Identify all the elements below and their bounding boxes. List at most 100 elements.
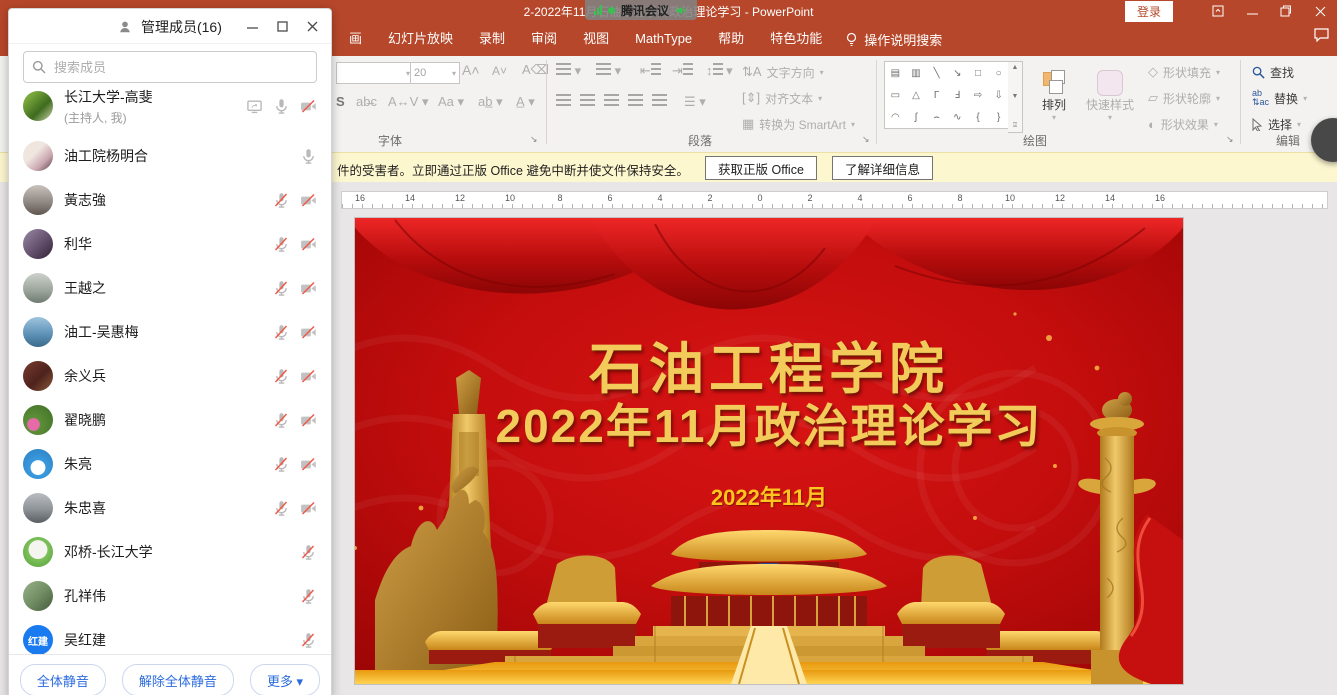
tab-mathtype[interactable]: MathType — [622, 22, 705, 56]
more-button[interactable]: 更多 ▾ — [250, 664, 320, 695]
shape-fill-button[interactable]: ◇形状填充▾ — [1148, 60, 1220, 84]
camera-off-icon[interactable] — [300, 192, 317, 209]
mic-muted-icon[interactable] — [300, 544, 317, 561]
shrink-font-button[interactable]: A˅ — [492, 64, 507, 78]
tab-view[interactable]: 视图 — [570, 22, 622, 56]
panel-maximize-button[interactable] — [267, 12, 297, 40]
align-left-button[interactable] — [556, 94, 571, 109]
camera-off-icon[interactable] — [300, 324, 317, 341]
align-text-button[interactable]: [⇕]对齐文本▾ — [742, 86, 822, 110]
mic-muted-icon[interactable] — [273, 192, 290, 209]
character-spacing-button[interactable]: A↔V ▾ — [388, 94, 428, 110]
bullets-button[interactable]: ▾ — [556, 63, 581, 79]
member-row[interactable]: 翟晓鹏 — [9, 398, 331, 442]
member-row[interactable]: 孔祥伟 — [9, 574, 331, 618]
mute-all-button[interactable]: 全体静音 — [20, 664, 106, 695]
mic-on-icon[interactable] — [273, 98, 290, 115]
mic-muted-icon[interactable] — [273, 324, 290, 341]
unmute-all-button[interactable]: 解除全体静音 — [122, 664, 234, 695]
member-row-host[interactable]: 长江大学-高斐 (主持人, 我) — [9, 81, 331, 131]
drawing-group-label: 绘图 — [1005, 132, 1065, 149]
slide-canvas[interactable]: 石油工程学院 2022年11月政治理论学习 2022年11月 — [355, 218, 1183, 684]
align-right-button[interactable] — [604, 94, 619, 109]
ribbon-display-options-button[interactable] — [1201, 0, 1235, 22]
font-size-combo[interactable]: 20▾ — [410, 62, 460, 84]
mic-muted-icon[interactable] — [273, 236, 290, 253]
camera-off-icon[interactable] — [300, 456, 317, 473]
shapes-gallery-scroll[interactable]: ▲▼⍗ — [1008, 61, 1023, 133]
line-spacing-button[interactable]: ↕ ▾ — [706, 63, 733, 79]
highlight-color-button[interactable]: ab̲ ▾ — [478, 94, 503, 110]
drawing-dialog-launcher[interactable]: ↘ — [1226, 134, 1234, 145]
font-dialog-launcher[interactable]: ↘ — [530, 134, 538, 145]
panel-close-button[interactable] — [297, 12, 327, 40]
justify-button[interactable] — [628, 94, 643, 109]
increase-indent-button[interactable]: ⇥ — [672, 63, 693, 79]
tencent-meeting-floating-bar[interactable]: 腾讯会议 — [585, 0, 697, 20]
member-row[interactable]: 邓桥-长江大学 — [9, 530, 331, 574]
member-row[interactable]: 朱亮 — [9, 442, 331, 486]
text-direction-button[interactable]: ⇅A文字方向▾ — [742, 60, 824, 84]
member-row[interactable]: 黃志強 — [9, 178, 331, 222]
replace-button[interactable]: ab⇅ac 替换▾ — [1252, 86, 1307, 110]
shape-effects-button[interactable]: ◐形状效果▾ — [1148, 112, 1218, 136]
strikethrough2-button[interactable]: ab̶c — [356, 94, 377, 109]
clear-formatting-button[interactable]: A⌫ — [522, 62, 549, 78]
convert-smartart-button[interactable]: ▦转换为 SmartArt▾ — [742, 112, 855, 136]
close-button[interactable] — [1303, 0, 1337, 22]
mic-muted-icon[interactable] — [300, 588, 317, 605]
mic-muted-icon[interactable] — [273, 500, 290, 517]
member-row[interactable]: 利华 — [9, 222, 331, 266]
camera-off-icon[interactable] — [300, 500, 317, 517]
mic-muted-icon[interactable] — [273, 456, 290, 473]
grow-font-button[interactable]: A˄ — [462, 62, 480, 78]
restore-button[interactable] — [1269, 0, 1303, 22]
member-search-box[interactable] — [23, 51, 317, 83]
member-role: (主持人, 我) — [64, 109, 235, 126]
mic-muted-icon[interactable] — [273, 412, 290, 429]
sign-in-button[interactable]: 登录 — [1125, 1, 1173, 22]
get-genuine-office-button[interactable]: 获取正版 Office — [705, 156, 817, 180]
mic-on-icon[interactable] — [300, 148, 317, 165]
mic-muted-icon[interactable] — [273, 280, 290, 297]
tab-special-features[interactable]: 特色功能 — [757, 22, 835, 56]
shapes-gallery[interactable]: ▤▥╲↘□○ ▭△ΓℲ⇨⇩ ◠ʃ⌢∿{} — [884, 61, 1010, 129]
find-button[interactable]: 查找 — [1252, 60, 1294, 84]
member-row[interactable]: 余义兵 — [9, 354, 331, 398]
panel-minimize-button[interactable] — [237, 12, 267, 40]
member-row[interactable]: 朱忠喜 — [9, 486, 331, 530]
learn-more-button[interactable]: 了解详细信息 — [832, 156, 933, 180]
warning-message: 件的受害者。立即通过正版 Office 避免中断并使文件保持安全。 — [337, 160, 689, 179]
camera-off-icon[interactable] — [300, 280, 317, 297]
tab-review[interactable]: 审阅 — [518, 22, 570, 56]
mic-muted-icon[interactable] — [273, 368, 290, 385]
minimize-button[interactable] — [1235, 0, 1269, 22]
camera-off-icon[interactable] — [300, 98, 317, 115]
member-search-input[interactable] — [52, 59, 308, 76]
tell-me-search[interactable]: 操作说明搜索 — [835, 30, 952, 49]
comments-icon[interactable] — [1314, 28, 1329, 42]
distribute-button[interactable] — [652, 94, 667, 109]
mic-muted-icon[interactable] — [300, 632, 317, 649]
member-row[interactable]: 王越之 — [9, 266, 331, 310]
numbering-button[interactable]: ▾ — [596, 63, 621, 79]
shape-outline-button[interactable]: ▱形状轮廓▾ — [1148, 86, 1220, 110]
member-row[interactable]: 油工院杨明合 — [9, 134, 331, 178]
tab-record[interactable]: 录制 — [466, 22, 518, 56]
font-color-button[interactable]: A̲ ▾ — [516, 94, 535, 110]
columns-button[interactable]: ☰ ▾ — [684, 94, 706, 110]
paragraph-dialog-launcher[interactable]: ↘ — [862, 134, 870, 145]
tab-slideshow[interactable]: 幻灯片放映 — [375, 22, 466, 56]
tab-help[interactable]: 帮助 — [705, 22, 757, 56]
camera-off-icon[interactable] — [300, 412, 317, 429]
font-name-combo[interactable]: ▾ — [336, 62, 414, 84]
change-case-button[interactable]: Aa ▾ — [438, 94, 464, 110]
member-row[interactable]: 油工-吴惠梅 — [9, 310, 331, 354]
tab-animation-partial[interactable]: 画 — [336, 22, 375, 56]
camera-off-icon[interactable] — [300, 236, 317, 253]
align-center-button[interactable] — [580, 94, 595, 109]
quick-styles-button[interactable]: 快速样式▾ — [1082, 60, 1138, 144]
decrease-indent-button[interactable]: ⇤ — [640, 63, 661, 79]
camera-off-icon[interactable] — [300, 368, 317, 385]
strikethrough-button[interactable]: S — [336, 94, 345, 109]
